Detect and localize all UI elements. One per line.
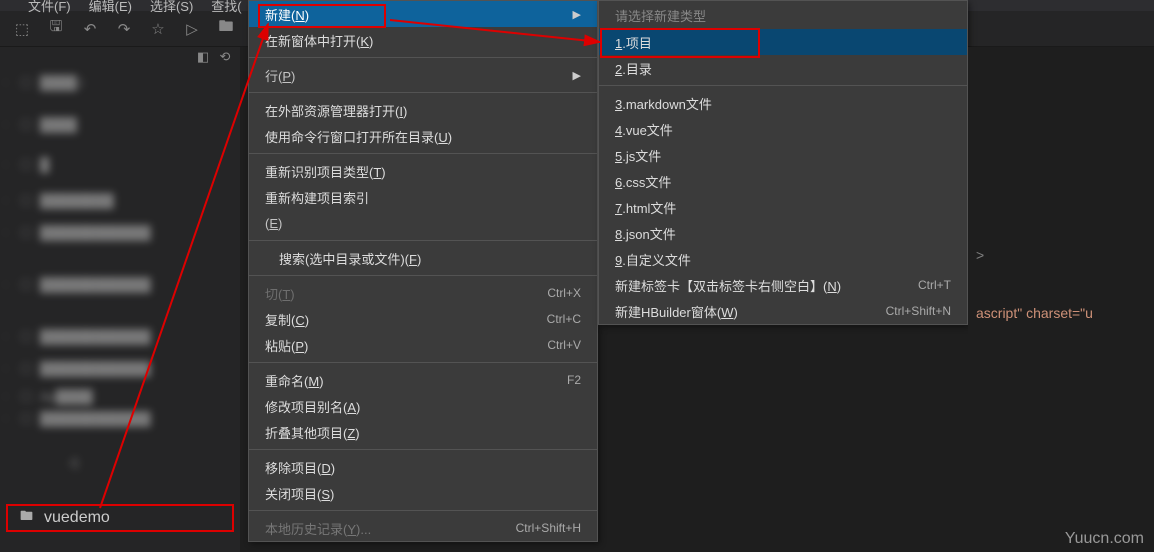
- menu-item[interactable]: 搜索(选中目录或文件)(F): [249, 245, 597, 271]
- shortcut-label: Ctrl+Shift+N: [886, 304, 951, 318]
- menu-find[interactable]: 查找(: [211, 0, 241, 15]
- menu-item[interactable]: 修改项目别名(A): [249, 393, 597, 419]
- watermark: Yuucn.com: [1065, 530, 1144, 548]
- tree-item[interactable]: r}: [0, 451, 240, 473]
- submenu-new: 请选择新建类型1.项目2.目录 3.markdown文件4.vue文件5.js文件…: [598, 0, 968, 325]
- shortcut-label: Ctrl+Shift+H: [516, 521, 581, 535]
- submenu-item[interactable]: 5.js文件: [599, 142, 967, 168]
- tool-save-icon[interactable]: 🖫: [42, 15, 70, 43]
- sidebar-header: ◧ ⟲: [0, 47, 240, 67]
- menu-item[interactable]: 本地历史记录(Y)...Ctrl+Shift+H: [249, 515, 597, 541]
- menu-item[interactable]: 关闭项目(S): [249, 480, 597, 506]
- submenu-arrow-icon: ▶: [573, 8, 581, 21]
- tool-star-icon[interactable]: ☆: [144, 15, 172, 43]
- shortcut-label: Ctrl+X: [547, 286, 581, 300]
- sidebar: ›▢████.i ›▢████ ›▢█ ›▢████████ ›▢███████…: [0, 67, 240, 552]
- submenu-item[interactable]: 8.json文件: [599, 220, 967, 246]
- tree-item[interactable]: ›▢████████████: [0, 357, 240, 379]
- menu-item[interactable]: 复制(C)Ctrl+C: [249, 306, 597, 332]
- menu-file[interactable]: 文件(F): [28, 0, 71, 15]
- submenu-item[interactable]: 1.项目: [599, 29, 967, 55]
- context-menu: 新建(N)▶在新窗体中打开(K) 行(P)▶ 在外部资源管理器打开(I)使用命令行窗…: [248, 0, 598, 542]
- submenu-item[interactable]: 3.markdown文件: [599, 90, 967, 116]
- menu-item[interactable]: 重新识别项目类型(T): [249, 158, 597, 184]
- menu-item[interactable]: 移除项目(D): [249, 454, 597, 480]
- submenu-item[interactable]: 新建HBuilder窗体(W)Ctrl+Shift+N: [599, 298, 967, 324]
- vuedemo-label: vuedemo: [44, 509, 110, 527]
- tool-explorer-icon[interactable]: 🖿: [212, 15, 240, 43]
- menu-item[interactable]: 重命名(M)F2: [249, 367, 597, 393]
- menu-item[interactable]: (E): [249, 210, 597, 236]
- menu-edit[interactable]: 编辑(E): [89, 0, 132, 15]
- editor[interactable]: > ascript" charset="u er: 0: [968, 47, 1154, 552]
- menu-item[interactable]: 切(T)Ctrl+X: [249, 280, 597, 306]
- sidebar-collapse-icon[interactable]: ◧: [194, 49, 212, 65]
- tree-item[interactable]: ›▢█: [0, 153, 240, 175]
- folder-icon: 🖿: [20, 507, 36, 529]
- shortcut-label: Ctrl+C: [547, 312, 581, 326]
- tree-item[interactable]: ›▢Ap████: [0, 385, 240, 407]
- tree-item[interactable]: ›▢████████████: [0, 221, 240, 243]
- submenu-item[interactable]: 7.html文件: [599, 194, 967, 220]
- submenu-item[interactable]: 9.自定义文件: [599, 246, 967, 272]
- menu-item[interactable]: 新建(N)▶: [249, 1, 597, 27]
- tool-go-icon[interactable]: ↷: [110, 15, 138, 43]
- menu-select[interactable]: 选择(S): [150, 0, 193, 15]
- tree-item[interactable]: ›▢████████: [0, 189, 240, 211]
- submenu-item[interactable]: 2.目录: [599, 55, 967, 81]
- submenu-header: 请选择新建类型: [599, 1, 967, 29]
- sidebar-sync-icon[interactable]: ⟲: [216, 49, 234, 65]
- menu-item[interactable]: 在新窗体中打开(K): [249, 27, 597, 53]
- shortcut-label: F2: [567, 373, 581, 387]
- tree-item[interactable]: ›▢████████████: [0, 325, 240, 347]
- menu-item[interactable]: 在外部资源管理器打开(I): [249, 97, 597, 123]
- menu-item[interactable]: 重新构建项目索引: [249, 184, 597, 210]
- submenu-item[interactable]: 4.vue文件: [599, 116, 967, 142]
- menu-item[interactable]: 行(P)▶: [249, 62, 597, 88]
- menu-item[interactable]: 使用命令行窗口打开所在目录(U): [249, 123, 597, 149]
- tool-play-icon[interactable]: ▷: [178, 15, 206, 43]
- submenu-item[interactable]: 新建标签卡【双击标签卡右侧空白】(N)Ctrl+T: [599, 272, 967, 298]
- menu-item[interactable]: 折叠其他项目(Z): [249, 419, 597, 445]
- submenu-item[interactable]: 6.css文件: [599, 168, 967, 194]
- tool-icon-3[interactable]: ↶: [76, 15, 104, 43]
- shortcut-label: Ctrl+T: [918, 278, 951, 292]
- tree-item[interactable]: ›▢████████████: [0, 273, 240, 295]
- menu-item[interactable]: 粘贴(P)Ctrl+V: [249, 332, 597, 358]
- shortcut-label: Ctrl+V: [547, 338, 581, 352]
- submenu-arrow-icon: ▶: [573, 69, 581, 82]
- tree-item[interactable]: ›▢████████████: [0, 407, 240, 429]
- sidebar-item-vuedemo[interactable]: 🖿 vuedemo: [6, 504, 234, 532]
- tree-item[interactable]: ›▢████.i: [0, 71, 240, 93]
- tool-icon-1[interactable]: ⬚: [8, 15, 36, 43]
- tree-item[interactable]: ›▢████: [0, 113, 240, 135]
